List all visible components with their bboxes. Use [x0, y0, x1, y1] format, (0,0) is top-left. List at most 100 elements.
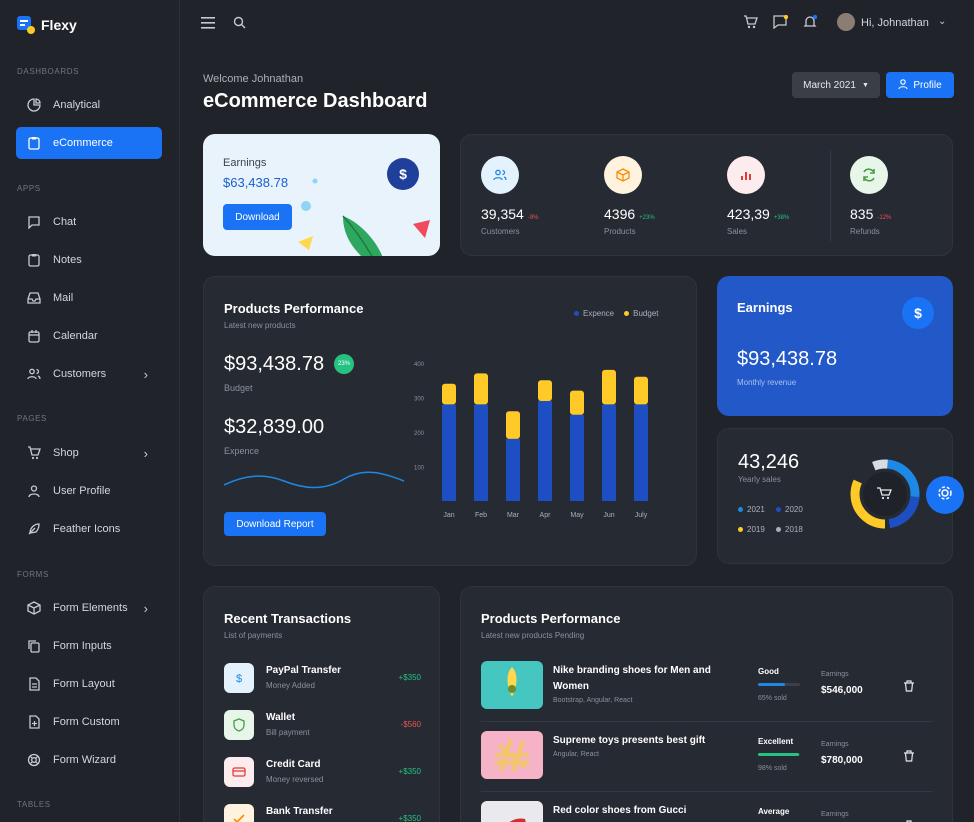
yearly-sales-value: 43,246	[738, 451, 800, 473]
sidebar-item-form-layout[interactable]: Form Layout	[16, 668, 162, 700]
sidebar-item-form-inputs[interactable]: Form Inputs	[16, 630, 162, 662]
earnings-card: Earnings $63,438.78 Download $	[203, 134, 440, 256]
product-row[interactable]: Supreme toys presents best gift Angular, …	[461, 731, 954, 793]
refresh-icon	[850, 156, 888, 194]
cart-icon[interactable]	[743, 15, 758, 34]
sidebar-item-label: Form Elements	[53, 602, 128, 614]
calendar-icon	[27, 329, 41, 343]
sidebar-item-label: Analytical	[53, 99, 101, 111]
dollar-icon: $	[224, 663, 254, 693]
sidebar-item-label: Shop	[53, 447, 79, 459]
bar-budget-jan[interactable]	[442, 383, 456, 405]
chevron-right-icon: ›	[143, 445, 148, 461]
sidebar-item-form-wizard[interactable]: Form Wizard	[16, 744, 162, 776]
bar-expence-may[interactable]	[570, 414, 584, 501]
sidebar-item-label: Form Custom	[53, 716, 120, 728]
sidebar-section-label: TABLES	[17, 800, 51, 809]
product-thumbnail	[481, 661, 543, 709]
transaction-title: PayPal Transfer	[266, 665, 342, 676]
product-earnings-value: $546,000	[821, 685, 863, 696]
transaction-row[interactable]: Wallet Bill payment -$560	[204, 710, 441, 750]
trash-icon[interactable]	[903, 679, 915, 697]
menu-icon[interactable]	[201, 16, 215, 34]
product-row[interactable]: Red color shoes from Gucci Average Earning…	[461, 801, 954, 822]
sidebar-item-feather-icons[interactable]: Feather Icons	[16, 513, 162, 545]
transaction-title: Wallet	[266, 712, 296, 723]
y-tick-label: 100	[414, 466, 425, 472]
yearly-legend-item: 2020	[776, 505, 803, 514]
bar-budget-may[interactable]	[570, 390, 584, 415]
chevron-down-icon[interactable]: ⌄	[938, 16, 946, 27]
copy-icon	[27, 639, 41, 653]
bar-budget-july[interactable]	[634, 376, 648, 405]
bar-expence-july[interactable]	[634, 404, 648, 501]
sidebar-item-user-profile[interactable]: User Profile	[16, 475, 162, 507]
trash-icon[interactable]	[903, 749, 915, 767]
sidebar-item-chat[interactable]: Chat	[16, 206, 162, 238]
x-tick-label: May	[570, 512, 584, 519]
sidebar-item-label: User Profile	[53, 485, 111, 497]
sidebar-item-analytical[interactable]: Analytical	[16, 89, 162, 121]
sidebar-item-label: Feather Icons	[53, 523, 121, 535]
life-buoy-icon	[27, 753, 41, 767]
transactions-subtitle: List of payments	[224, 631, 283, 640]
credit-card-icon	[224, 757, 254, 787]
brand[interactable]: Flexy	[17, 16, 77, 34]
brand-name: Flexy	[41, 17, 77, 33]
stat-value: 4396 +23%	[604, 206, 655, 222]
sidebar-item-label: Notes	[53, 254, 82, 266]
settings-fab[interactable]	[926, 476, 964, 514]
gear-icon	[937, 485, 953, 506]
sidebar-item-form-elements[interactable]: Form Elements ›	[16, 592, 162, 624]
sidebar-item-calendar[interactable]: Calendar	[16, 320, 162, 352]
transaction-row[interactable]: $ PayPal Transfer Money Added +$350	[204, 663, 441, 703]
topbar: Hi, Johnathan ⌄	[181, 0, 974, 48]
sidebar-item-notes[interactable]: Notes	[16, 244, 162, 276]
leaf-illustration	[298, 178, 430, 256]
sidebar-item-shop[interactable]: Shop ›	[16, 437, 162, 469]
file-plus-icon	[27, 715, 41, 729]
transaction-row[interactable]: Credit Card Money reversed +$350	[204, 757, 441, 797]
bar-expence-apr[interactable]	[538, 400, 552, 501]
search-icon[interactable]	[233, 16, 246, 34]
stat-change: -12%	[877, 215, 892, 221]
dollar-icon: $	[902, 297, 934, 329]
bar-expence-feb[interactable]	[474, 404, 488, 501]
product-status: Good	[758, 667, 779, 676]
budget-label: Budget	[224, 383, 253, 393]
download-report-button[interactable]: Download Report	[224, 512, 326, 536]
bar-budget-apr[interactable]	[538, 380, 552, 401]
bar-expence-jun[interactable]	[602, 404, 616, 501]
product-row[interactable]: Nike branding shoes for Men and Women Boo…	[461, 661, 954, 723]
bar-budget-feb[interactable]	[474, 373, 488, 405]
transaction-amount: +$350	[398, 767, 421, 776]
sidebar-item-form-custom[interactable]: Form Custom	[16, 706, 162, 738]
sidebar-item-customers[interactable]: Customers ›	[16, 358, 162, 390]
sidebar-item-label: Calendar	[53, 330, 98, 342]
box-icon	[604, 156, 642, 194]
product-sold: 98% sold	[758, 765, 787, 772]
message-icon[interactable]	[773, 14, 789, 34]
avatar[interactable]	[837, 13, 855, 31]
box-icon	[27, 601, 41, 615]
bar-budget-mar[interactable]	[506, 411, 520, 439]
users-icon	[27, 367, 41, 381]
sidebar-section-label: DASHBOARDS	[17, 67, 80, 76]
user-greeting[interactable]: Hi, Johnathan	[861, 17, 929, 29]
month-select-value: March 2021	[803, 79, 856, 91]
month-select[interactable]: March 2021 ▼	[792, 72, 880, 98]
stat-value: 39,354 -9%	[481, 206, 539, 222]
sidebar-item-ecommerce[interactable]: eCommerce	[16, 127, 162, 159]
bar-expence-mar[interactable]	[506, 438, 520, 501]
transaction-subtitle: Bill payment	[266, 728, 310, 737]
pie-chart-icon	[27, 98, 41, 112]
bar-budget-jun[interactable]	[602, 369, 616, 405]
transaction-row[interactable]: Bank Transfer +$350	[204, 804, 441, 822]
sidebar-item-mail[interactable]: Mail	[16, 282, 162, 314]
row-divider	[481, 791, 933, 792]
profile-button[interactable]: Profile	[886, 72, 954, 98]
download-button[interactable]: Download	[223, 204, 292, 230]
expense-amount: $32,839.00	[224, 416, 325, 438]
bell-icon[interactable]	[803, 14, 818, 34]
bar-expence-jan[interactable]	[442, 404, 456, 501]
